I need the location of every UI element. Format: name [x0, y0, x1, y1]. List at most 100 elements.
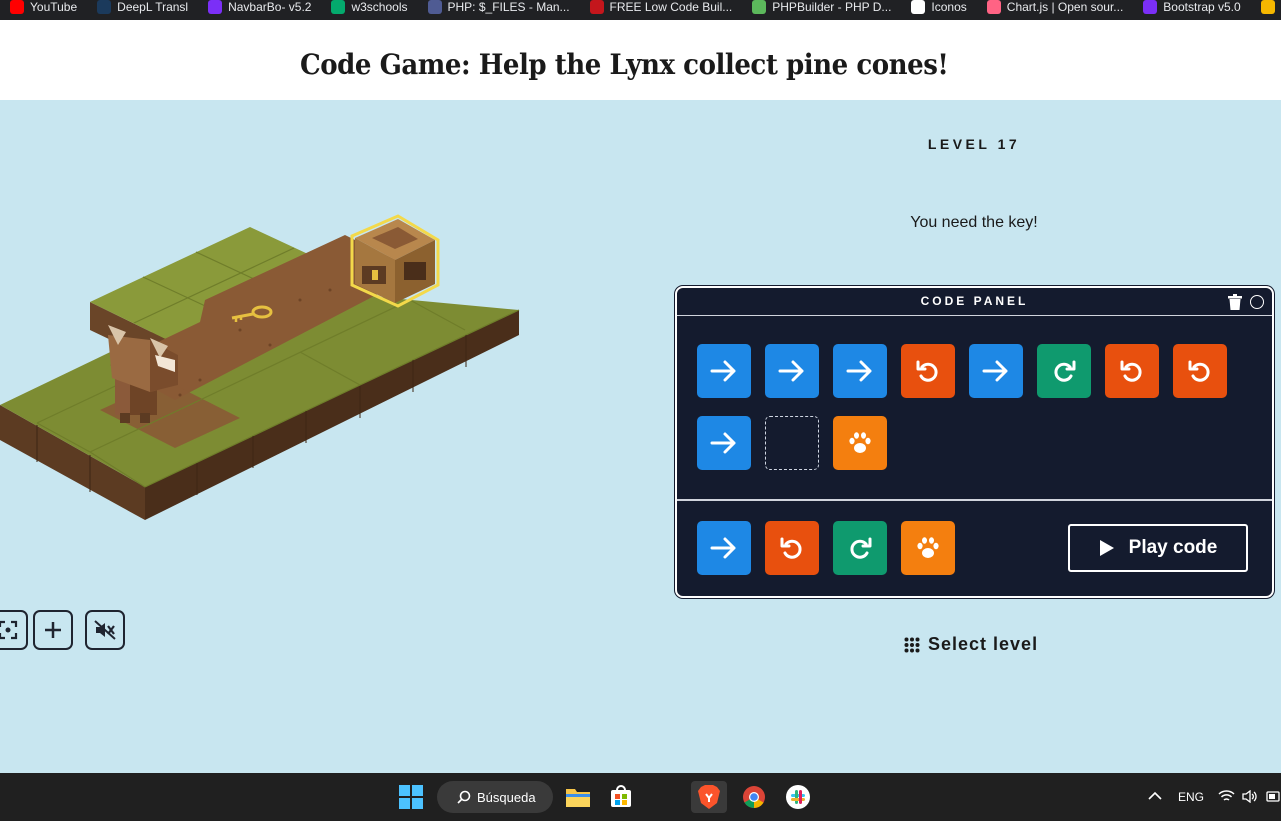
play-icon — [1099, 540, 1114, 556]
palette-move-block[interactable] — [697, 521, 751, 575]
code-panel: CODE PANEL Play code — [675, 286, 1274, 598]
windows-start-icon — [399, 785, 423, 809]
chrome-icon — [743, 786, 765, 808]
level-label: LEVEL 17 — [927, 136, 1021, 152]
chartjs-icon — [986, 0, 1001, 14]
palette-paw-block[interactable] — [901, 521, 955, 575]
w3schools-icon — [331, 0, 346, 14]
bookmark-label: Iconos — [931, 0, 967, 14]
arrow-right-icon — [710, 537, 736, 559]
arrow-right-icon — [778, 360, 804, 382]
zoom-in-button[interactable] — [33, 610, 73, 650]
bookmark-item[interactable]: NavbarBo- v5.2 — [198, 0, 321, 14]
plus-icon — [45, 622, 61, 638]
empty-slot[interactable] — [765, 416, 819, 470]
chrome-button[interactable] — [736, 781, 772, 813]
bookmark-label: Bootstrap v5.0 — [1163, 0, 1241, 14]
iconos-icon — [911, 0, 926, 14]
search-label: Búsqueda — [477, 789, 536, 805]
bookmark-label: PHP: $_FILES - Man... — [447, 0, 570, 14]
mute-button[interactable] — [85, 610, 125, 650]
code-panel-title: CODE PANEL — [920, 294, 1029, 308]
brave-browser-button[interactable] — [691, 781, 727, 813]
program-move-block[interactable] — [697, 416, 751, 470]
youtube-icon — [10, 0, 24, 14]
bookmark-item[interactable]: Iconos — [901, 0, 976, 14]
program-move-block[interactable] — [969, 344, 1023, 398]
bookmark-item[interactable]: PHPBuilder - PHP D... — [742, 0, 901, 14]
bookmark-item[interactable]: FREE Low Code Buil... — [580, 0, 743, 14]
file-explorer-button[interactable] — [560, 781, 596, 813]
bookmark-item[interactable]: Chart.js | Open sour... — [977, 0, 1134, 14]
rotate-left-icon — [1120, 360, 1142, 382]
microsoft-store-icon — [611, 785, 631, 807]
bookmark-label: FREE Low Code Buil... — [609, 0, 733, 14]
bookmarks-bar: YouTube DeepL Transl NavbarBo- v5.2 w3schoo… — [0, 0, 1281, 20]
select-level-link[interactable]: Select level — [904, 634, 1038, 655]
page-header: Code Game: Help the Lynx collect pine co… — [0, 20, 1281, 100]
program-move-block[interactable] — [697, 344, 751, 398]
rotate-left-icon — [1188, 360, 1210, 382]
speaker-muted-icon — [94, 620, 116, 640]
bookmark-label: w3schools — [351, 0, 408, 14]
lowcode-icon — [589, 0, 604, 14]
chest-icon — [350, 214, 440, 308]
bookmark-label: YouTube — [30, 0, 78, 14]
microsoft-store-button[interactable] — [603, 781, 639, 813]
bookmark-label: DeepL Transl — [117, 0, 189, 14]
wifi-icon[interactable] — [1218, 790, 1235, 803]
brave-browser-icon — [698, 785, 720, 809]
program-turn-left-block[interactable] — [1173, 344, 1227, 398]
program-turn-left-block[interactable] — [1105, 344, 1159, 398]
taskbar: Búsqueda ENG — [0, 773, 1281, 821]
bookmark-item[interactable]: DeepL Transl — [87, 0, 198, 14]
bootstrap-icon — [208, 0, 223, 14]
rotate-left-icon — [916, 360, 938, 382]
arrow-right-icon — [710, 432, 736, 454]
bookmark-item[interactable]: Bootstrap v5.0 — [1133, 0, 1250, 14]
program-paw-block[interactable] — [833, 416, 887, 470]
palette-turn-left-block[interactable] — [765, 521, 819, 575]
program-move-block[interactable] — [833, 344, 887, 398]
arrow-right-icon — [710, 360, 736, 382]
rotate-left-icon — [780, 537, 802, 559]
code-panel-header: CODE PANEL — [677, 288, 1272, 316]
bookmark-item[interactable]: YouTube — [0, 0, 87, 14]
slack-icon — [786, 785, 810, 809]
rotate-right-icon — [850, 537, 872, 559]
bookmark-label: Chart.js | Open sour... — [1006, 0, 1124, 14]
language-indicator[interactable]: ENG — [1178, 790, 1204, 804]
bookmark-item[interactable]: Edpuzz — [1251, 0, 1281, 14]
chevron-up-icon[interactable] — [1148, 791, 1162, 801]
rotate-right-icon — [1054, 360, 1076, 382]
fullscreen-button[interactable] — [0, 610, 28, 650]
battery-icon[interactable] — [1266, 790, 1281, 803]
program-turn-right-block[interactable] — [1037, 344, 1091, 398]
program-move-block[interactable] — [765, 344, 819, 398]
paw-icon — [917, 537, 939, 558]
program-turn-left-block[interactable] — [901, 344, 955, 398]
arrow-right-icon — [982, 360, 1008, 382]
deepl-icon — [97, 0, 112, 14]
phpbuilder-icon — [752, 0, 767, 14]
file-explorer-icon — [566, 789, 590, 807]
grid-dots-icon — [904, 637, 920, 652]
play-code-button[interactable]: Play code — [1068, 524, 1248, 572]
fullscreen-icon — [0, 620, 18, 640]
bookmark-label: NavbarBo- v5.2 — [228, 0, 312, 14]
edpuzzle-icon — [1260, 0, 1275, 14]
trash-icon[interactable] — [1228, 294, 1242, 310]
palette-turn-right-block[interactable] — [833, 521, 887, 575]
windows-start-button[interactable] — [393, 781, 429, 813]
slack-button[interactable] — [780, 781, 816, 813]
arrow-right-icon — [846, 360, 872, 382]
reset-circle-button[interactable] — [1250, 295, 1264, 309]
taskbar-search[interactable]: Búsqueda — [437, 781, 553, 813]
page-title: Code Game: Help the Lynx collect pine co… — [300, 48, 949, 81]
volume-icon[interactable] — [1242, 790, 1257, 803]
select-level-label: Select level — [928, 634, 1039, 654]
bookmark-item[interactable]: PHP: $_FILES - Man... — [418, 0, 580, 14]
bookmark-item[interactable]: w3schools — [321, 0, 417, 14]
php-icon — [427, 0, 442, 14]
status-message: You need the key! — [910, 214, 1038, 231]
